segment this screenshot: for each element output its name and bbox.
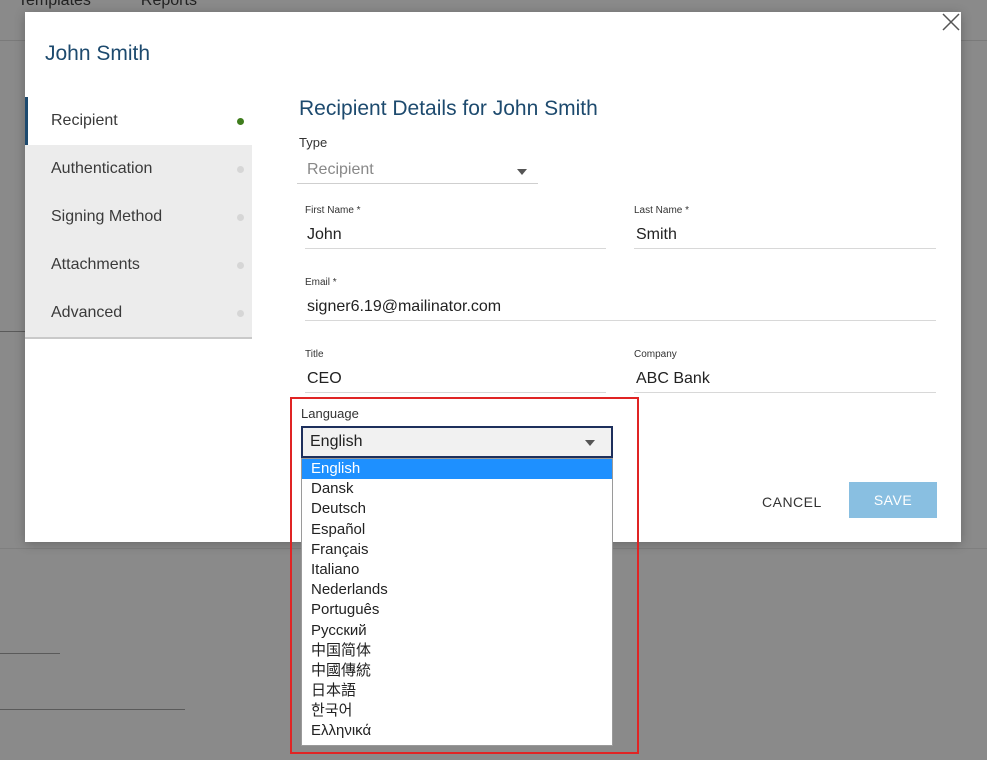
last-name-label: Last Name * (634, 205, 690, 216)
status-dot-icon (237, 310, 244, 317)
language-option-english[interactable]: English (302, 459, 612, 480)
language-option-russian[interactable]: Русский (302, 621, 612, 641)
modal-title: John Smith (45, 42, 151, 65)
language-option-nederlands[interactable]: Nederlands (302, 580, 612, 600)
save-button[interactable]: SAVE (849, 482, 937, 518)
language-select-value: English (310, 433, 363, 450)
nav-reports: Reports (140, 0, 197, 9)
field-underline (634, 392, 936, 393)
status-dot-icon (237, 166, 244, 173)
background-nav: Templates Reports (0, 0, 197, 12)
first-name-field[interactable]: First Name * John (305, 205, 606, 249)
background-divider (0, 653, 60, 654)
company-label: Company (634, 349, 677, 360)
field-underline (305, 248, 606, 249)
cancel-button[interactable]: CANCEL (762, 494, 822, 510)
section-title: Recipient Details for John Smith (299, 97, 598, 120)
language-dropdown-list: English Dansk Deutsch Español Français I… (301, 458, 613, 746)
chevron-down-icon (517, 169, 527, 175)
language-option-chinese-simplified[interactable]: 中国简体 (302, 641, 612, 661)
field-underline (305, 392, 606, 393)
company-field[interactable]: Company ABC Bank (634, 349, 936, 393)
sidebar-item-attachments[interactable]: Attachments (25, 241, 252, 289)
sidebar-item-recipient[interactable]: Recipient (25, 97, 252, 145)
chevron-down-icon (585, 440, 595, 446)
first-name-value: John (307, 226, 342, 243)
sidebar-item-label: Authentication (51, 160, 153, 177)
language-option-chinese-traditional[interactable]: 中國傳統 (302, 661, 612, 681)
sidebar-item-advanced[interactable]: Advanced (25, 289, 252, 337)
background-divider (0, 709, 185, 710)
company-value: ABC Bank (636, 370, 710, 387)
field-underline (634, 248, 936, 249)
language-option-francais[interactable]: Français (302, 540, 612, 560)
language-option-deutsch[interactable]: Deutsch (302, 499, 612, 519)
close-icon[interactable] (941, 12, 961, 32)
first-name-label: First Name * (305, 205, 361, 216)
language-option-greek[interactable]: Ελληνικά (302, 721, 612, 741)
language-select[interactable]: English (301, 426, 613, 458)
language-label: Language (301, 406, 359, 421)
field-underline (305, 320, 936, 321)
email-value: signer6.19@mailinator.com (307, 298, 502, 315)
language-option-espanol[interactable]: Español (302, 520, 612, 540)
background-divider (0, 331, 25, 332)
type-select[interactable]: Recipient (297, 158, 538, 184)
language-option-korean[interactable]: 한국어 (302, 701, 612, 721)
email-label: Email * (305, 277, 337, 288)
type-select-value: Recipient (307, 161, 374, 178)
type-label: Type (299, 135, 328, 150)
language-option-portugues[interactable]: Português (302, 600, 612, 620)
last-name-field[interactable]: Last Name * Smith (634, 205, 936, 249)
last-name-value: Smith (636, 226, 677, 243)
sidebar-item-signing-method[interactable]: Signing Method (25, 193, 252, 241)
email-field[interactable]: Email * signer6.19@mailinator.com (305, 277, 936, 321)
title-value: CEO (307, 370, 342, 387)
language-option-dansk[interactable]: Dansk (302, 479, 612, 499)
sidebar-item-label: Recipient (51, 112, 118, 129)
status-dot-icon (237, 118, 244, 125)
status-dot-icon (237, 214, 244, 221)
sidebar-item-authentication[interactable]: Authentication (25, 145, 252, 193)
nav-templates: Templates (18, 0, 91, 9)
title-label: Title (305, 349, 324, 360)
modal-sidebar: Recipient Authentication Signing Method … (25, 97, 252, 339)
status-dot-icon (237, 262, 244, 269)
sidebar-item-label: Attachments (51, 256, 140, 273)
sidebar-item-label: Signing Method (51, 208, 163, 225)
sidebar-item-label: Advanced (51, 304, 123, 321)
language-option-japanese[interactable]: 日本語 (302, 681, 612, 701)
language-option-italiano[interactable]: Italiano (302, 560, 612, 580)
title-field[interactable]: Title CEO (305, 349, 606, 393)
